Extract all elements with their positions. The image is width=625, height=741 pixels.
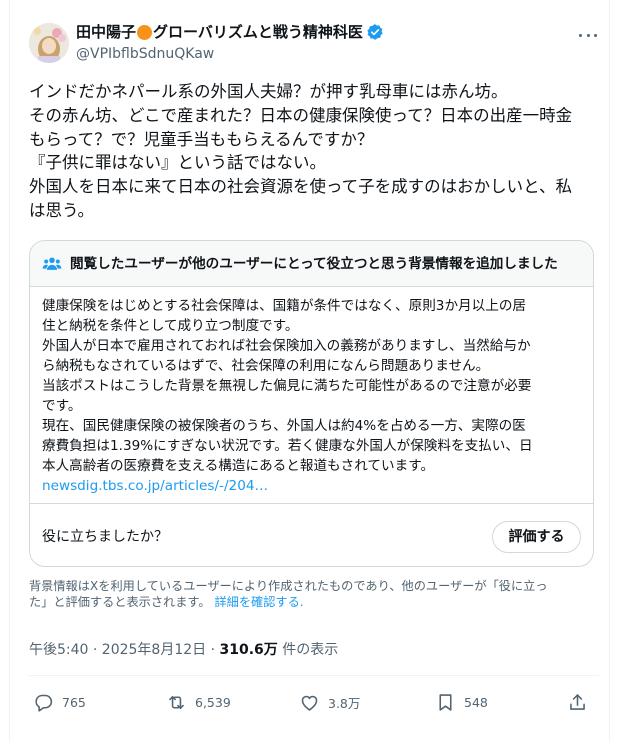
bookmark-button[interactable]: 548 xyxy=(435,690,488,714)
repost-button[interactable]: 6,539 xyxy=(166,690,231,714)
note-text-line: 本人高齢者の医療費を支える構造にあると報道もされています。 xyxy=(42,458,435,474)
note-divider xyxy=(30,503,593,504)
like-count: 3.8万 xyxy=(328,695,361,711)
repost-count: 6,539 xyxy=(195,694,231,710)
tweet-text-line: インドだかネパール系の外国人夫婦？が押す乳母車には赤ん坊。 xyxy=(29,82,508,101)
note-text-line: 現在、国民健康保険の被保険者のうち、外国人は約4%を占める一方、実際の医 xyxy=(42,418,526,434)
more-options-icon[interactable] xyxy=(577,25,599,45)
helpful-question: 役に立ちましたか？ xyxy=(42,529,168,545)
like-button[interactable]: 3.8万 xyxy=(299,690,360,714)
disclaimer-line: 背景情報はXを利用しているユーザーにより作成されたものであり、他のユーザーが「役… xyxy=(29,579,548,593)
reply-icon xyxy=(35,694,53,712)
views-count: 310.6万 xyxy=(219,642,278,658)
note-text-line: 住と納税を条件として成り立つ制度です。 xyxy=(42,318,299,334)
note-text-line: 当該ポストはこうした背景を無視した偏見に満ちた可能性があるので注意が必要 xyxy=(42,378,532,394)
community-note-body: 健康保険をはじめとする社会保障は、国籍が条件ではなく、原則3か月以上の居 住と納… xyxy=(42,296,590,496)
like-icon xyxy=(301,695,318,711)
details-link[interactable]: 詳細を確認する. xyxy=(214,595,303,609)
reply-button[interactable]: 765 xyxy=(33,690,86,714)
community-note: 閲覧したユーザーが他のユーザーにとって役立つと思う背景情報を追加しました 健康保… xyxy=(29,240,594,567)
reply-count: 765 xyxy=(62,694,86,710)
note-text-line: 療費負担は1.39%にすぎない状況です。若く健康な外国人が保険料を支払い、日 xyxy=(42,438,533,454)
timestamp[interactable]: 午後5:40 · 2025年8月12日 · xyxy=(29,642,220,658)
note-text-line: です。 xyxy=(42,398,82,414)
note-disclaimer: 背景情報はXを利用しているユーザーにより作成されたものであり、他のユーザーが「役… xyxy=(29,578,599,610)
repost-icon xyxy=(169,695,184,709)
note-source-link[interactable]: newsdig.tbs.co.jp/articles/-/204… xyxy=(42,476,590,496)
tweet-text-line: もらって？で？児童手当ももらえるんですか？ xyxy=(29,129,374,149)
disclaimer-line-2: た」と評価すると表示されます。 詳細を確認する. xyxy=(29,594,599,610)
tweet-text-line: 外国人を日本に来て日本の社会資源を使って子を成すのはおかしいと、私 xyxy=(29,177,573,197)
tweet-header: 田中陽子 グローバリズムと戦う精神科医 @VPIbflbSdnuQKaw xyxy=(29,21,599,67)
tweet-text-line: は思う。 xyxy=(29,200,95,220)
display-name[interactable]: 田中陽子 グローバリズムと戦う精神科医 xyxy=(76,21,384,43)
orange-circle-emoji xyxy=(137,24,153,40)
rate-button[interactable]: 評価する xyxy=(492,521,581,553)
avatar[interactable] xyxy=(29,23,69,63)
disclaimer-text: た」と評価すると表示されます。 xyxy=(29,595,211,609)
display-name-part1: 田中陽子 xyxy=(76,23,137,41)
tweet-text: インドだかネパール系の外国人夫婦？が押す乳母車には赤ん坊。 その赤ん坊、どこで産… xyxy=(29,80,599,223)
verified-badge-icon[interactable] xyxy=(366,23,384,41)
note-text-line: 健康保険をはじめとする社会保障は、国籍が条件ではなく、原則3か月以上の居 xyxy=(42,298,527,314)
note-text-line: 外国人が日本で雇用されておれば社会保険加入の義務がありますし、当然給与か xyxy=(42,338,531,354)
bookmark-icon xyxy=(439,693,452,711)
people-icon xyxy=(42,254,62,278)
action-bar: 765 6,539 3.8万 548 xyxy=(29,690,599,714)
note-text-line: ら納税もなされているはずで、社会保障の利用になんら問題ありません。 xyxy=(42,358,490,374)
tweet-text-line: 『子供に罪はない』という話ではない。 xyxy=(29,153,326,173)
share-icon xyxy=(570,693,585,710)
bookmark-count: 548 xyxy=(464,694,488,710)
views-label: 件の表示 xyxy=(277,642,339,658)
share-button[interactable] xyxy=(567,690,588,714)
tweet-text-line: その赤ん坊、どこで産まれた？日本の健康保険使って？日本の出産一時金 xyxy=(29,105,573,125)
author-names: 田中陽子 グローバリズムと戦う精神科医 @VPIbflbSdnuQKaw xyxy=(76,21,384,64)
divider xyxy=(29,675,599,676)
tweet-meta: 午後5:40 · 2025年8月12日 · 310.6万 件の表示 xyxy=(29,640,338,660)
display-name-part2: グローバリズムと戦う精神科医 xyxy=(153,23,363,41)
community-note-title: 閲覧したユーザーが他のユーザーにとって役立つと思う背景情報を追加しました xyxy=(70,256,558,272)
community-note-header: 閲覧したユーザーが他のユーザーにとって役立つと思う背景情報を追加しました xyxy=(30,241,593,287)
user-handle[interactable]: @VPIbflbSdnuQKaw xyxy=(76,44,384,64)
